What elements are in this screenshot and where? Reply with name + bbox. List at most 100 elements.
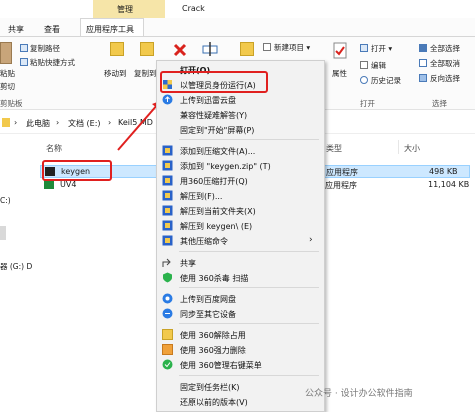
select-none-button[interactable]: 全部取消 (430, 58, 460, 69)
breadcrumb-separator: › (14, 118, 18, 127)
folder-icon (2, 118, 10, 127)
archive-icon (162, 235, 173, 246)
menu-item-open-360zip[interactable]: 用360压缩打开(Q) (157, 173, 324, 188)
menu-item-label: 同步至其它设备 (180, 310, 236, 319)
new-item-icon (263, 43, 271, 51)
select-all-button[interactable]: 全部选择 (430, 43, 460, 54)
breadcrumb-separator: › (108, 118, 112, 127)
uv4-app-icon (44, 180, 54, 189)
menu-item-label: 解压到当前文件夹(X) (180, 207, 256, 216)
menu-item-pin-taskbar[interactable]: 固定到任务栏(K) (157, 379, 324, 394)
column-name[interactable]: 名称 (46, 143, 62, 154)
menu-item-pin-start[interactable]: 固定到"开始"屏幕(P) (157, 122, 324, 137)
archive-icon (162, 220, 173, 231)
properties-button[interactable]: 属性 (332, 68, 347, 79)
menu-item-label: 固定到任务栏(K) (180, 383, 240, 392)
select-group-label: 选择 (432, 99, 447, 108)
nav-drive-g[interactable]: 器 (G:) D (0, 261, 32, 272)
menu-item-share[interactable]: 共享 (157, 255, 324, 270)
paste-shortcut-icon (20, 58, 28, 66)
file-size: 498 KB (429, 167, 458, 176)
menu-item-label: 添加到压缩文件(A)... (180, 147, 256, 156)
paste-shortcut-button[interactable]: 粘贴快捷方式 (30, 57, 75, 68)
menu-item-label: 用360压缩打开(Q) (180, 177, 248, 186)
rename-icon[interactable] (202, 40, 218, 58)
copy-to-button[interactable]: 复制到 (134, 68, 157, 79)
keygen-highlight-box (42, 160, 112, 181)
menu-item-360-unlock[interactable]: 使用 360解除占用 (157, 327, 324, 342)
nav-selected-item[interactable] (0, 226, 6, 240)
menu-item-label: 其他压缩命令 (180, 237, 228, 246)
file-name: UV4 (60, 180, 77, 189)
archive-icon (162, 145, 173, 156)
tab-view[interactable]: 查看 (44, 24, 60, 35)
move-to-button[interactable]: 移动到 (104, 68, 127, 79)
archive-icon (162, 190, 173, 201)
menu-item-label: 添加到 "keygen.zip" (T) (180, 162, 271, 171)
menu-item-compatibility[interactable]: 兼容性疑难解答(Y) (157, 107, 324, 122)
delete-icon[interactable] (172, 42, 188, 58)
menu-item-restore-version[interactable]: 还原以前的版本(V) (157, 394, 324, 409)
sync-icon (162, 308, 173, 319)
menu-item-sync-device[interactable]: 同步至其它设备 (157, 306, 324, 321)
nav-drive-c[interactable]: C:) (0, 196, 11, 205)
title-bar: 管理 Crack (0, 0, 475, 18)
open-button[interactable]: 打开 ▾ (371, 43, 392, 54)
tab-share[interactable]: 共享 (8, 24, 24, 35)
tab-app-tools-label: 应用程序工具 (86, 25, 134, 34)
file-size: 11,104 KB (428, 180, 470, 189)
menu-item-extract-here[interactable]: 解压到当前文件夹(X) (157, 203, 324, 218)
invert-selection-button[interactable]: 反向选择 (430, 73, 460, 84)
menu-item-label: 上传到迅雷云盘 (180, 96, 236, 105)
window-title: Crack (182, 4, 205, 13)
cloud-upload-icon (162, 94, 173, 105)
menu-item-label: 上传到百度网盘 (180, 295, 236, 304)
menu-item-xunlei-upload[interactable]: 上传到迅雷云盘 (157, 92, 324, 107)
menu-item-360-force-delete[interactable]: 使用 360强力删除 (157, 342, 324, 357)
paste-button[interactable]: 粘贴 (0, 68, 15, 79)
tab-app-tools[interactable]: 应用程序工具 (80, 18, 144, 36)
archive-icon (162, 160, 173, 171)
new-item-button[interactable]: 新建项目 ▾ (274, 42, 310, 53)
menu-item-add-zip[interactable]: 添加到 "keygen.zip" (T) (157, 158, 324, 173)
clipboard-group-label: 剪贴板 (0, 99, 23, 108)
properties-icon[interactable] (333, 42, 347, 60)
unlock-icon (162, 329, 173, 340)
menu-item-label: 使用 360强力删除 (180, 346, 246, 355)
cut-button[interactable]: 剪切 (0, 81, 15, 92)
open-group-label: 打开 (360, 99, 375, 108)
menu-item-label: 使用 360杀毒 扫描 (180, 274, 249, 283)
menu-item-360-context-manager[interactable]: 使用 360管理右键菜单 (157, 357, 324, 372)
force-delete-icon (162, 344, 173, 355)
menu-item-baidu-upload[interactable]: 上传到百度网盘 (157, 291, 324, 306)
breadcrumb-keil5[interactable]: Keil5 MD (118, 118, 153, 127)
invert-selection-icon (419, 74, 427, 82)
edit-button[interactable]: 编辑 (371, 60, 386, 71)
menu-item-more-compress[interactable]: 其他压缩命令 › (157, 233, 324, 248)
menu-item-extract-folder[interactable]: 解压到 keygen\ (E) (157, 218, 324, 233)
select-all-icon (419, 44, 427, 52)
column-size[interactable]: 大小 (404, 143, 420, 154)
menu-item-label: 还原以前的版本(V) (180, 398, 248, 407)
move-to-icon (110, 42, 124, 56)
column-type[interactable]: 类型 (326, 143, 342, 154)
run-as-admin-highlight-box (160, 71, 268, 93)
archive-icon (162, 175, 173, 186)
menu-item-360-scan[interactable]: 使用 360杀毒 扫描 (157, 270, 324, 285)
manage-tab-label: 管理 (117, 5, 133, 14)
paste-icon[interactable] (0, 42, 12, 64)
history-button[interactable]: 历史记录 (371, 75, 401, 86)
menu-separator (179, 139, 319, 140)
menu-item-label: 兼容性疑难解答(Y) (180, 111, 248, 120)
copy-path-button[interactable]: 复制路径 (30, 43, 60, 54)
menu-separator (179, 375, 319, 376)
menu-item-extract-to[interactable]: 解压到(F)... (157, 188, 324, 203)
file-type: 应用程序 (326, 168, 358, 177)
breadcrumb-drive-e[interactable]: 文档 (E:) (68, 118, 101, 129)
menu-item-add-archive[interactable]: 添加到压缩文件(A)... (157, 143, 324, 158)
menu-item-label: 解压到 keygen\ (E) (180, 222, 253, 231)
new-folder-icon[interactable] (240, 42, 254, 56)
manage-tab[interactable]: 管理 (93, 0, 165, 18)
breadcrumb-this-pc[interactable]: 此电脑 (26, 118, 50, 129)
menu-item-label: 固定到"开始"屏幕(P) (180, 126, 255, 135)
